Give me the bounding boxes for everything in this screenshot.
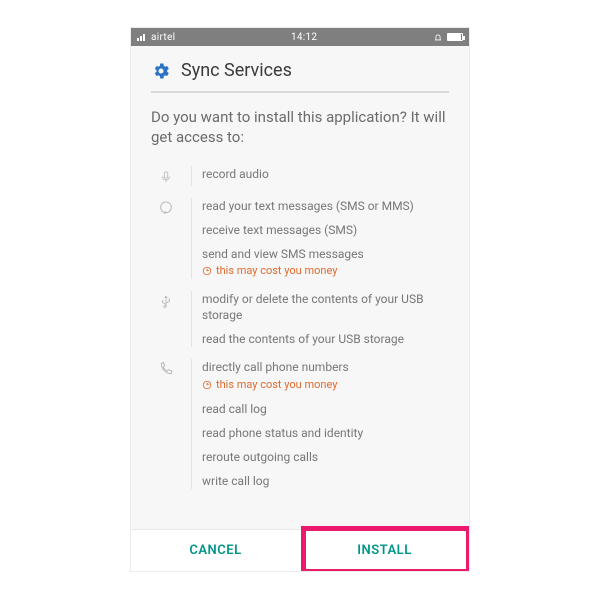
permission-item: receive text messages (SMS)	[202, 222, 449, 238]
permission-text: read the contents of your USB storage	[202, 331, 449, 347]
divider	[151, 91, 449, 93]
cost-warning: this may cost you money	[202, 378, 449, 393]
group-divider	[191, 291, 192, 348]
alarm-icon	[433, 32, 443, 42]
permission-items: read your text messages (SMS or MMS) rece…	[202, 198, 449, 279]
signal-icon	[137, 33, 147, 41]
app-title: Sync Services	[181, 60, 292, 81]
mic-icon	[151, 166, 181, 186]
permission-text: record audio	[202, 166, 449, 182]
cost-warning: this may cost you money	[202, 264, 449, 279]
cost-warning-text: this may cost you money	[216, 378, 337, 393]
permission-group: record audio	[151, 166, 449, 186]
permission-text: write call log	[202, 473, 449, 489]
permission-items: directly call phone numbers this may cost…	[202, 359, 449, 489]
permission-item: read phone status and identity	[202, 425, 449, 441]
permission-item: send and view SMS messages this may cost …	[202, 246, 449, 279]
permission-group: read your text messages (SMS or MMS) rece…	[151, 198, 449, 279]
carrier-label: airtel	[151, 32, 175, 43]
permission-items: modify or delete the contents of your US…	[202, 291, 449, 348]
phone-icon	[151, 359, 181, 489]
permission-text: modify or delete the contents of your US…	[202, 291, 449, 323]
group-divider	[191, 359, 192, 489]
permission-items: record audio	[202, 166, 449, 186]
gear-icon	[151, 61, 171, 81]
usb-icon	[151, 291, 181, 348]
clock: 14:12	[291, 32, 317, 43]
permission-item: directly call phone numbers this may cost…	[202, 359, 449, 392]
permission-text: read call log	[202, 401, 449, 417]
permission-item: modify or delete the contents of your US…	[202, 291, 449, 323]
permission-group: directly call phone numbers this may cost…	[151, 359, 449, 489]
chat-icon	[151, 198, 181, 279]
permission-item: reroute outgoing calls	[202, 449, 449, 465]
install-question: Do you want to install this application?…	[151, 107, 449, 148]
permission-item: read call log	[202, 401, 449, 417]
permission-item: record audio	[202, 166, 449, 182]
permission-text: read phone status and identity	[202, 425, 449, 441]
permission-item: read your text messages (SMS or MMS)	[202, 198, 449, 214]
button-bar: CANCEL INSTALL	[131, 529, 469, 571]
permission-text: reroute outgoing calls	[202, 449, 449, 465]
group-divider	[191, 166, 192, 186]
cost-warning-text: this may cost you money	[216, 264, 337, 279]
install-button[interactable]: INSTALL	[300, 530, 469, 571]
battery-icon	[447, 33, 463, 41]
permission-item: write call log	[202, 473, 449, 489]
app-header: Sync Services	[151, 60, 449, 81]
status-bar: airtel 14:12	[131, 28, 469, 46]
permission-text: send and view SMS messages	[202, 246, 449, 262]
permission-group: modify or delete the contents of your US…	[151, 291, 449, 348]
permission-text: receive text messages (SMS)	[202, 222, 449, 238]
cancel-button[interactable]: CANCEL	[131, 530, 300, 571]
permission-item: read the contents of your USB storage	[202, 331, 449, 347]
phone-screen: airtel 14:12 Sync Services Do you want t…	[130, 27, 470, 572]
group-divider	[191, 198, 192, 279]
permission-list: record audio read your text messages (SMS…	[151, 166, 449, 490]
permission-text: read your text messages (SMS or MMS)	[202, 198, 449, 214]
permission-text: directly call phone numbers	[202, 359, 449, 375]
